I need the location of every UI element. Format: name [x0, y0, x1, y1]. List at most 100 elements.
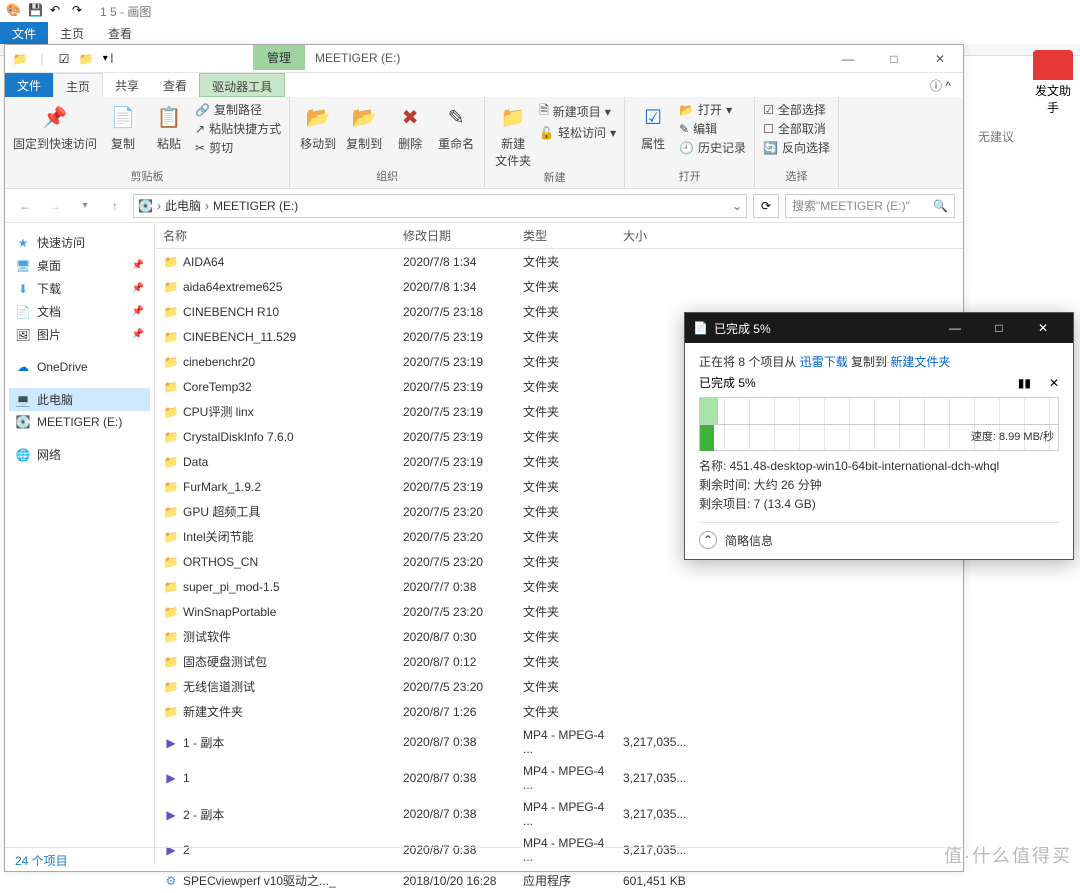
manage-contextual-tab[interactable]: 管理: [253, 45, 305, 70]
ribbon-tab-share[interactable]: 共享: [103, 73, 151, 97]
back-button[interactable]: ←: [13, 194, 37, 218]
new-folder-button[interactable]: 📁新建 文件夹: [493, 101, 533, 169]
source-link[interactable]: 迅雷下载: [800, 355, 848, 369]
folder-icon: 📁: [163, 504, 179, 520]
checkbox-icon[interactable]: ☑: [55, 50, 73, 68]
crumb-pc[interactable]: 此电脑: [165, 197, 201, 214]
edit-button[interactable]: ✎编辑: [679, 120, 746, 137]
file-row[interactable]: 📁无线信道测试2020/7/5 23:20文件夹: [155, 674, 963, 699]
ribbon-tab-home[interactable]: 主页: [53, 73, 103, 97]
save-icon[interactable]: 💾: [28, 3, 44, 19]
paste-shortcut-button[interactable]: ↗粘贴快捷方式: [195, 120, 281, 137]
open-button[interactable]: 📂打开 ▾: [679, 101, 746, 118]
addr-dropdown-icon[interactable]: ⌄: [732, 199, 742, 213]
dlg-minimize-button[interactable]: —: [933, 321, 977, 335]
file-row[interactable]: ▶1 - 副本2020/8/7 0:38MP4 - MPEG-4 ...3,21…: [155, 724, 963, 760]
forward-button[interactable]: →: [43, 194, 67, 218]
col-size[interactable]: 大小: [615, 223, 715, 248]
dialog-icon: 📄: [693, 321, 708, 335]
delete-button[interactable]: ✖删除: [390, 101, 430, 152]
outer-tab-file[interactable]: 文件: [0, 22, 48, 44]
scissors-icon: ✂: [195, 141, 205, 155]
select-none-button[interactable]: ☐全部取消: [763, 120, 830, 137]
paint-icon: 🎨: [6, 3, 22, 19]
sidebar-downloads[interactable]: ⬇下载📌: [9, 277, 150, 300]
recent-dropdown[interactable]: ▾: [73, 194, 97, 218]
pause-button[interactable]: ▮▮: [1018, 376, 1031, 390]
redo-icon[interactable]: ↷: [72, 3, 88, 19]
crumb-sep: ›: [205, 199, 209, 213]
minimize-button[interactable]: —: [825, 45, 871, 72]
pin-quick-access-button[interactable]: 📌固定到快速访问: [13, 101, 97, 156]
folder-icon: 📁: [163, 604, 179, 620]
copy-button[interactable]: 📄复制: [103, 101, 143, 156]
dialog-titlebar[interactable]: 📄 已完成 5% — □ ✕: [685, 313, 1073, 343]
sidebar-network[interactable]: 🌐网络: [9, 443, 150, 466]
outer-tab-home[interactable]: 主页: [48, 22, 96, 44]
helper-widget[interactable]: 发文助手: [1030, 50, 1076, 116]
address-bar[interactable]: 💽 › 此电脑 › MEETIGER (E:) ⌄: [133, 194, 747, 218]
cut-button[interactable]: ✂剪切: [195, 139, 281, 156]
moveto-button[interactable]: 📂移动到: [298, 101, 338, 152]
sidebar-desktop[interactable]: 🖥桌面📌: [9, 254, 150, 277]
refresh-button[interactable]: ⟳: [753, 194, 779, 218]
file-row[interactable]: 📁aida64extreme6252020/7/8 1:34文件夹: [155, 274, 963, 299]
column-headers: 名称 修改日期 类型 大小: [155, 223, 963, 249]
file-row[interactable]: 📁新建文件夹2020/8/7 1:26文件夹: [155, 699, 963, 724]
dlg-maximize-button[interactable]: □: [977, 321, 1021, 335]
crumb-drive[interactable]: MEETIGER (E:): [213, 199, 298, 213]
file-row[interactable]: 📁测试软件2020/8/7 0:30文件夹: [155, 624, 963, 649]
explorer-qa-bar: 📁 | ☑ 📁 ▾ |: [5, 45, 123, 72]
history-button[interactable]: 🕘历史记录: [679, 139, 746, 156]
copyto-button[interactable]: 📂复制到: [344, 101, 384, 152]
rename-button[interactable]: ✎重命名: [436, 101, 476, 152]
qa-folder-icon[interactable]: 📁: [77, 50, 95, 68]
sidebar-onedrive[interactable]: ☁OneDrive: [9, 356, 150, 378]
sidebar-documents[interactable]: 📄文档📌: [9, 300, 150, 323]
file-row[interactable]: ▶2 - 副本2020/8/7 0:38MP4 - MPEG-4 ...3,21…: [155, 796, 963, 832]
pin-icon: 📌: [39, 101, 71, 133]
sidebar-drive[interactable]: 💽MEETIGER (E:): [9, 411, 150, 433]
file-row[interactable]: 📁AIDA642020/7/8 1:34文件夹: [155, 249, 963, 274]
easy-access-button[interactable]: 🔓轻松访问 ▾: [539, 124, 616, 141]
search-input[interactable]: 搜索"MEETIGER (E:)" 🔍: [785, 194, 955, 218]
sidebar-pictures[interactable]: 🖼图片📌: [9, 323, 150, 346]
copy-path-button[interactable]: 🔗复制路径: [195, 101, 281, 118]
dest-link[interactable]: 新建文件夹: [890, 355, 950, 369]
explorer-titlebar[interactable]: 📁 | ☑ 📁 ▾ | 管理 MEETIGER (E:) — □ ✕: [5, 45, 963, 73]
ribbon-help-icon[interactable]: ⓘ ^: [918, 73, 963, 97]
ribbon-tab-file[interactable]: 文件: [5, 73, 53, 97]
file-row[interactable]: 📁WinSnapPortable2020/7/5 23:20文件夹: [155, 599, 963, 624]
sidebar-quick-access[interactable]: ★快速访问: [9, 231, 150, 254]
new-item-button[interactable]: 🗎新建项目 ▾: [539, 101, 616, 122]
invert-selection-button[interactable]: 🔄反向选择: [763, 139, 830, 156]
paste-button[interactable]: 📋粘贴: [149, 101, 189, 156]
col-date[interactable]: 修改日期: [395, 223, 515, 248]
up-button[interactable]: ↑: [103, 194, 127, 218]
more-details-toggle[interactable]: ⌃ 简略信息: [699, 522, 1059, 549]
cancel-button[interactable]: ✕: [1049, 376, 1059, 390]
ribbon-tab-view[interactable]: 查看: [151, 73, 199, 97]
sidebar-this-pc[interactable]: 💻此电脑: [9, 388, 150, 411]
folder-icon: 📁: [163, 329, 179, 345]
select-label: 选择: [763, 168, 830, 184]
ribbon-body: 📌固定到快速访问 📄复制 📋粘贴 🔗复制路径 ↗粘贴快捷方式 ✂剪切 剪贴板 📂…: [5, 97, 963, 189]
dlg-close-button[interactable]: ✕: [1021, 321, 1065, 335]
outer-tab-view[interactable]: 查看: [96, 22, 144, 44]
file-row[interactable]: ⚙SPECviewperf v10驱动之..._2018/10/20 16:28…: [155, 868, 963, 893]
maximize-button[interactable]: □: [871, 45, 917, 72]
properties-button[interactable]: ☑属性: [633, 101, 673, 156]
close-button[interactable]: ✕: [917, 45, 963, 72]
new-folder-icon: 📁: [497, 101, 529, 133]
file-row[interactable]: 📁固态硬盘测试包2020/8/7 0:12文件夹: [155, 649, 963, 674]
qa-dropdown-icon[interactable]: ▾ |: [99, 50, 117, 68]
file-row[interactable]: 📁super_pi_mod-1.52020/7/7 0:38文件夹: [155, 574, 963, 599]
col-type[interactable]: 类型: [515, 223, 615, 248]
cloud-icon: ☁: [15, 359, 31, 375]
folder-icon: 📁: [163, 554, 179, 570]
col-name[interactable]: 名称: [155, 223, 395, 248]
file-row[interactable]: ▶12020/8/7 0:38MP4 - MPEG-4 ...3,217,035…: [155, 760, 963, 796]
ribbon-tab-drive-tools[interactable]: 驱动器工具: [199, 73, 285, 97]
undo-icon[interactable]: ↶: [50, 3, 66, 19]
select-all-button[interactable]: ☑全部选择: [763, 101, 830, 118]
